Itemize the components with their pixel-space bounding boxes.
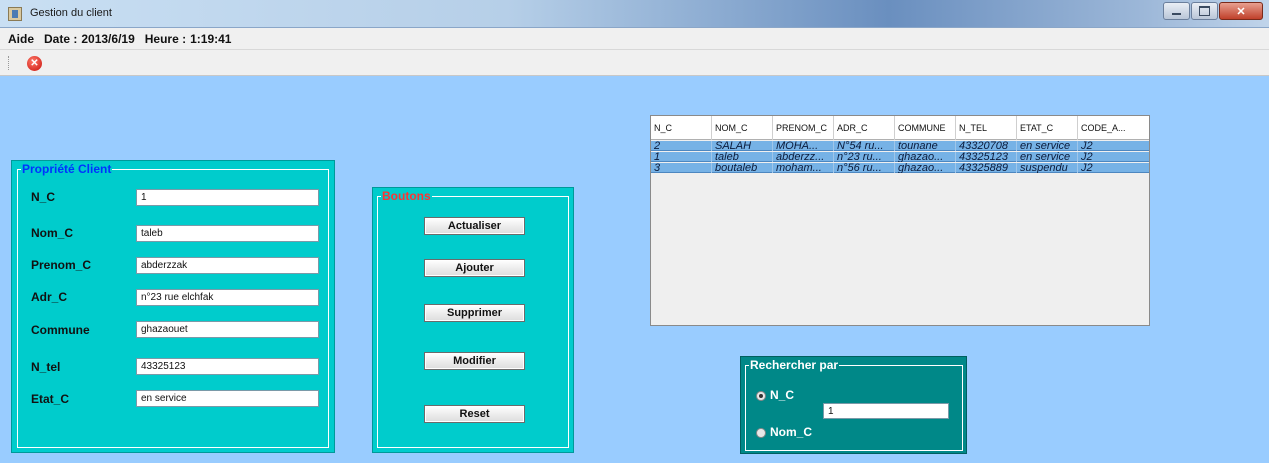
n-tel-field[interactable] (136, 358, 319, 375)
actualiser-button[interactable]: Actualiser (424, 217, 525, 235)
search-input[interactable] (823, 403, 949, 419)
table-cell: taleb (712, 152, 773, 162)
time-label: Heure : (144, 31, 187, 46)
table-cell: ghazao... (895, 152, 956, 162)
table-cell: en service (1017, 141, 1078, 151)
table-cell: J2 (1081, 141, 1093, 151)
label-nom-c: Nom_C (31, 226, 74, 240)
label-adr-c: Adr_C (31, 290, 68, 304)
column-header-etat-c[interactable]: ETAT_C (1017, 116, 1078, 140)
label-etat-c: Etat_C (31, 392, 70, 406)
table-cell: abderzz... (773, 152, 834, 162)
radio-n-c-label[interactable]: N_C (770, 388, 794, 402)
label-n-c: N_C (31, 190, 56, 204)
table-row[interactable]: 2 SALAH MOHA... N°54 ru... tounane 43320… (651, 141, 1149, 151)
table-cell: J2 (1081, 152, 1093, 162)
table-cell: moham... (773, 163, 834, 173)
client-table[interactable]: N_C NOM_C PRENOM_C ADR_C COMMUNE N_TEL E… (650, 115, 1150, 326)
close-icon: ✕ (1236, 5, 1246, 18)
adr-c-field[interactable] (136, 289, 319, 306)
radio-n-c[interactable] (756, 391, 766, 401)
table-cell: MOHA... (773, 141, 834, 151)
table-row[interactable]: 1 taleb abderzz... n°23 ru... ghazao... … (651, 152, 1149, 162)
client-legend: Propriété Client (21, 162, 113, 176)
menu-bar: Aide Date : 2013/6/19 Heure : 1:19:41 (0, 28, 1269, 50)
radio-nom-c-label[interactable]: Nom_C (770, 425, 812, 439)
reset-button[interactable]: Reset (424, 405, 525, 423)
window-controls: ✕ (1163, 2, 1263, 20)
n-c-field[interactable] (136, 189, 319, 206)
buttons-legend: Boutons (381, 189, 432, 203)
label-n-tel: N_tel (31, 360, 61, 374)
maximize-icon (1192, 3, 1217, 19)
etat-c-field[interactable] (136, 390, 319, 407)
maximize-button[interactable] (1191, 2, 1218, 20)
date-label: Date : (44, 31, 78, 46)
table-cell: 43325123 (956, 152, 1017, 162)
toolbar-grip[interactable] (8, 56, 10, 70)
close-circle-icon[interactable]: ✕ (27, 56, 42, 71)
prenom-c-field[interactable] (136, 257, 319, 274)
column-header-prenom-c[interactable]: PRENOM_C (773, 116, 834, 140)
nom-c-field[interactable] (136, 225, 319, 242)
ajouter-button[interactable]: Ajouter (424, 259, 525, 277)
table-cell: 43325889 (956, 163, 1017, 173)
menu-aide[interactable]: Aide (8, 32, 34, 46)
column-header-n-tel[interactable]: N_TEL (956, 116, 1017, 140)
table-cell: boutaleb (712, 163, 773, 173)
table-cell: 3 (651, 163, 712, 173)
toolbar (0, 50, 1269, 76)
radio-nom-c[interactable] (756, 428, 766, 438)
table-header: N_C NOM_C PRENOM_C ADR_C COMMUNE N_TEL E… (651, 116, 1149, 140)
column-header-commune[interactable]: COMMUNE (895, 116, 956, 140)
column-header-nom-c[interactable]: NOM_C (712, 116, 773, 140)
table-cell: ghazao... (895, 163, 956, 173)
column-header-adr-c[interactable]: ADR_C (834, 116, 895, 140)
label-prenom-c: Prenom_C (31, 258, 92, 272)
table-cell: J2 (1081, 163, 1093, 173)
table-cell: 2 (651, 141, 712, 151)
minimize-icon (1164, 3, 1189, 19)
table-cell: 43320708 (956, 141, 1017, 151)
table-cell: en service (1017, 152, 1078, 162)
minimize-button[interactable] (1163, 2, 1190, 20)
column-header-code-a[interactable]: CODE_A... (1078, 116, 1149, 140)
supprimer-button[interactable]: Supprimer (424, 304, 525, 322)
app-icon (8, 7, 22, 21)
label-commune: Commune (31, 323, 90, 337)
title-bar: Gestion du client ✕ (0, 0, 1269, 28)
table-cell: tounane (895, 141, 956, 151)
table-row[interactable]: 3 boutaleb moham... n°56 ru... ghazao...… (651, 163, 1149, 173)
table-cell: n°23 ru... (834, 152, 895, 162)
table-cell: N°54 ru... (834, 141, 895, 151)
table-cell: suspendu (1017, 163, 1078, 173)
commune-field[interactable] (136, 321, 319, 338)
table-cell: SALAH (712, 141, 773, 151)
table-cell: n°56 ru... (834, 163, 895, 173)
modifier-button[interactable]: Modifier (424, 352, 525, 370)
time-value: 1:19:41 (190, 31, 232, 46)
column-header-n-c[interactable]: N_C (651, 116, 712, 140)
close-window-button[interactable]: ✕ (1219, 2, 1263, 20)
window-title: Gestion du client (30, 7, 112, 19)
search-legend: Rechercher par (749, 358, 840, 372)
date-value: 2013/6/19 (81, 31, 135, 46)
table-cell: 1 (651, 152, 712, 162)
